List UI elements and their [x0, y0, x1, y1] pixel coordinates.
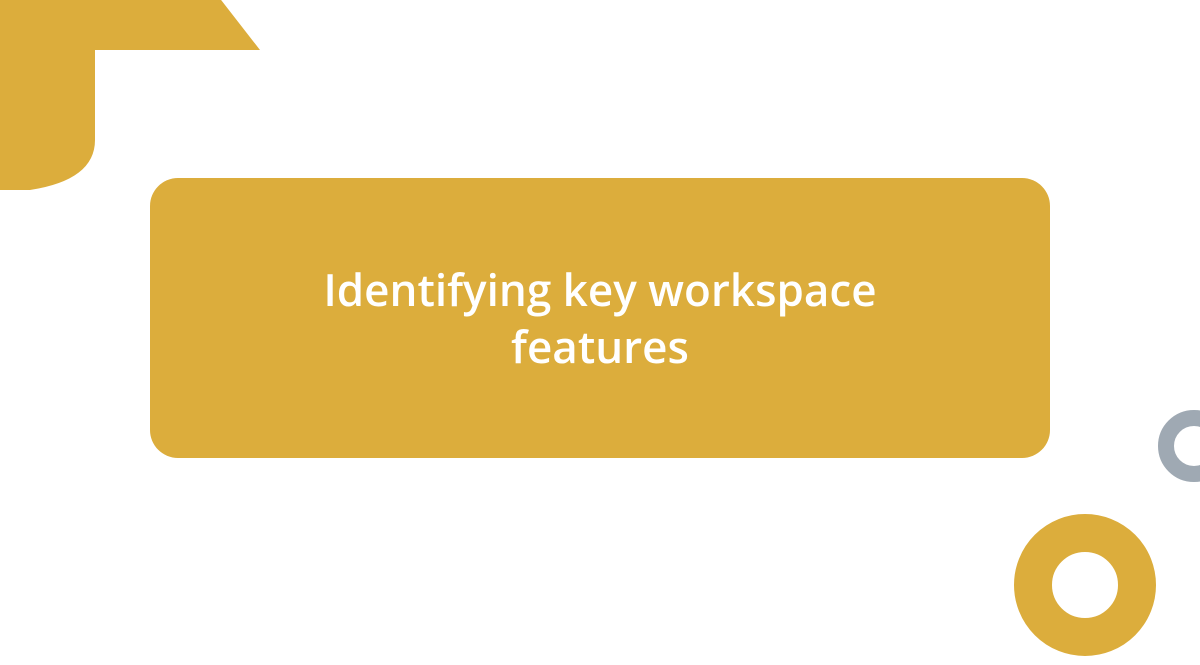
- ring-decoration-large-icon: [1010, 510, 1160, 660]
- page-title: Identifying key workspace features: [230, 261, 970, 375]
- corner-decoration-icon: [0, 0, 260, 200]
- ring-decoration-small-icon: [1158, 410, 1200, 482]
- title-card: Identifying key workspace features: [150, 178, 1050, 458]
